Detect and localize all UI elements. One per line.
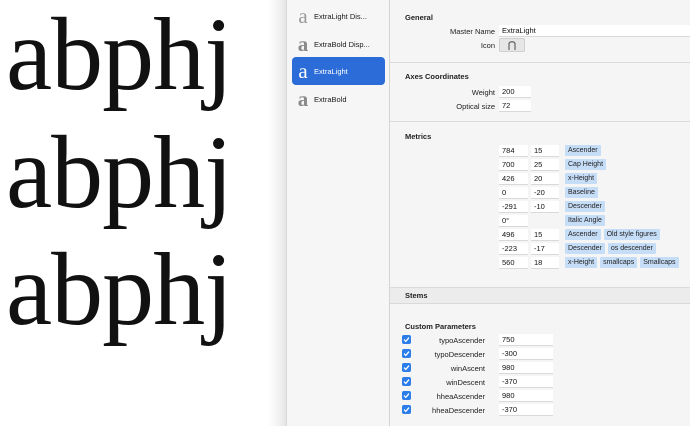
optical-size-axis-field[interactable]: 72 <box>499 100 531 112</box>
master-icon-picker[interactable] <box>499 38 525 52</box>
metric-overshoot-field[interactable]: 15 <box>531 229 559 241</box>
metric-overshoot-field[interactable]: -10 <box>531 201 559 213</box>
section-general-heading: General <box>405 13 433 22</box>
metric-tag[interactable]: Ascender <box>565 229 601 240</box>
metric-value-field[interactable]: 560 <box>499 257 528 269</box>
metric-tag[interactable]: smallcaps <box>600 257 638 268</box>
master-item-extralight-display[interactable]: a ExtraLight Dis... <box>292 2 385 30</box>
master-info-panel: General Master Name ExtraLight Icon Axes… <box>390 0 690 426</box>
icon-label: Icon <box>480 41 495 50</box>
divider <box>390 62 690 63</box>
master-glyph-icon: a <box>297 31 309 56</box>
metric-tag[interactable]: x-Height <box>565 257 598 268</box>
glyph-preview: abphj abphj abphj <box>0 0 286 426</box>
master-list: a ExtraLight Dis... a ExtraBold Disp... … <box>286 0 390 426</box>
weight-axis-field[interactable]: 200 <box>499 86 531 98</box>
metric-overshoot-field[interactable]: -20 <box>531 187 559 199</box>
section-custom-parameters-heading: Custom Parameters <box>405 322 476 331</box>
master-item-extrabold[interactable]: a ExtraBold <box>292 85 385 113</box>
metric-tag[interactable]: Descender <box>565 243 605 254</box>
metric-tags: Baseline <box>565 187 601 198</box>
metric-tag[interactable]: Descender <box>565 201 605 212</box>
master-glyph-icon: a <box>298 58 308 83</box>
master-item-label: ExtraBold <box>314 94 347 104</box>
preview-line: abphj <box>6 232 233 347</box>
metric-value-field[interactable]: 426 <box>499 173 528 185</box>
metric-tags: Cap Height <box>565 159 609 170</box>
preview-line: abphj <box>6 115 233 230</box>
panel-shadow <box>268 0 286 426</box>
parameter-value-field[interactable]: -370 <box>499 404 553 416</box>
master-name-field[interactable]: ExtraLight <box>499 25 690 37</box>
section-axes-heading: Axes Coordinates <box>405 72 469 81</box>
metric-tags: Ascender <box>565 145 604 156</box>
parameter-name: winDescent <box>446 378 485 387</box>
parameter-name: hheaDescender <box>432 406 485 415</box>
metric-tag[interactable]: x-Height <box>565 173 598 184</box>
metric-value-field[interactable]: 0 <box>499 187 528 199</box>
weight-axis-label: Weight <box>471 88 495 97</box>
parameter-value-field[interactable]: -300 <box>499 348 553 360</box>
master-name-label: Master Name <box>449 27 495 36</box>
master-glyph-icon: a <box>297 86 309 111</box>
metric-value-field[interactable]: 496 <box>499 229 528 241</box>
master-item-label: ExtraBold Disp... <box>314 39 370 49</box>
metric-tags: Descender os descender <box>565 243 659 254</box>
metric-value-field[interactable]: 784 <box>499 145 528 157</box>
preview-line: abphj <box>6 0 233 112</box>
section-stems-heading: Stems <box>405 291 428 300</box>
parameter-name: winAscent <box>450 364 485 373</box>
metric-tags: x-Height <box>565 173 600 184</box>
parameter-name: typoAscender <box>439 336 485 345</box>
section-metrics-heading: Metrics <box>405 132 432 141</box>
parameter-name: typoDescender <box>434 350 485 359</box>
metric-tag[interactable]: Old style figures <box>603 229 660 240</box>
optical-size-axis-label: Optical size <box>456 102 495 111</box>
metric-tags: Italic Angle <box>565 215 608 226</box>
metric-tags: x-Height smallcaps Smallcaps <box>565 257 682 268</box>
parameter-value-field[interactable]: 980 <box>499 390 553 402</box>
metric-value-field[interactable]: -291 <box>499 201 528 213</box>
metric-tag[interactable]: os descender <box>607 243 656 254</box>
italic-angle-field[interactable]: 0° <box>499 215 528 227</box>
parameter-name: hheaAscender <box>436 392 485 401</box>
stems-section-bar[interactable] <box>390 287 690 304</box>
master-item-extralight[interactable]: a ExtraLight <box>292 57 385 85</box>
metric-tag[interactable]: Italic Angle <box>565 215 605 226</box>
metric-overshoot-field[interactable]: 15 <box>531 145 559 157</box>
master-item-extrabold-display[interactable]: a ExtraBold Disp... <box>292 30 385 58</box>
parameter-value-field[interactable]: 750 <box>499 334 553 346</box>
metric-overshoot-field[interactable]: -17 <box>531 243 559 255</box>
stem-shape-icon <box>508 40 516 50</box>
master-item-label: ExtraLight <box>314 66 348 76</box>
parameter-value-field[interactable]: 980 <box>499 362 553 374</box>
metric-tags: Ascender Old style figures <box>565 229 663 240</box>
metric-tag[interactable]: Cap Height <box>565 159 607 170</box>
metric-tag[interactable]: Ascender <box>565 145 601 156</box>
metric-tags: Descender <box>565 201 608 212</box>
metric-overshoot-field[interactable]: 25 <box>531 159 559 171</box>
divider <box>390 121 690 122</box>
metric-tag[interactable]: Baseline <box>565 187 598 198</box>
metric-value-field[interactable]: 700 <box>499 159 528 171</box>
metric-tag[interactable]: Smallcaps <box>640 257 679 268</box>
metric-overshoot-field[interactable]: 20 <box>531 173 559 185</box>
metric-overshoot-field[interactable]: 18 <box>531 257 559 269</box>
master-item-label: ExtraLight Dis... <box>314 11 367 21</box>
parameter-value-field[interactable]: -370 <box>499 376 553 388</box>
metric-value-field[interactable]: -223 <box>499 243 528 255</box>
master-glyph-icon: a <box>298 3 308 28</box>
